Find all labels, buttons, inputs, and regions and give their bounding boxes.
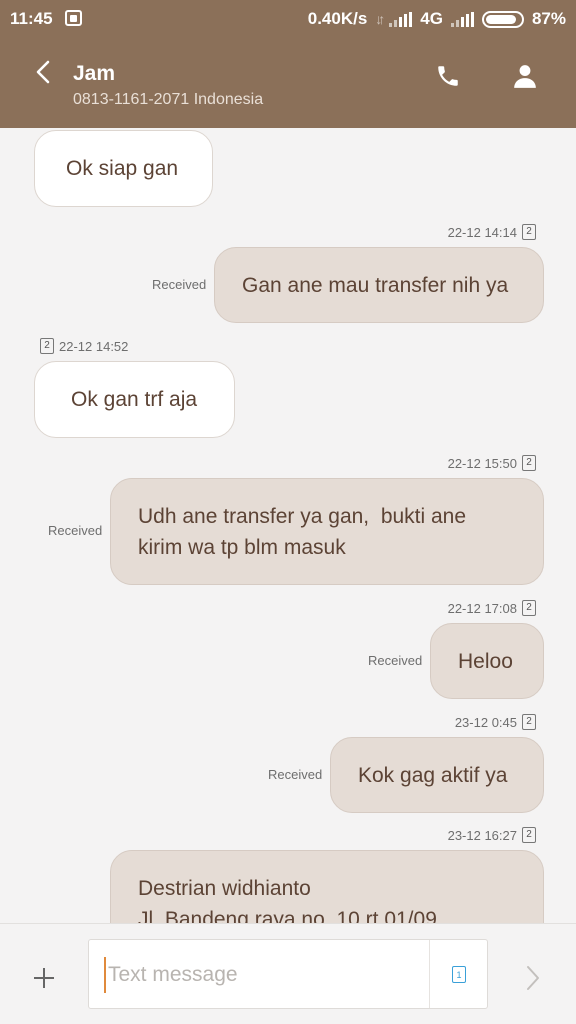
- sim-indicator-icon: 2: [522, 714, 536, 730]
- battery-percent: 87%: [531, 9, 566, 28]
- message-bubble-outgoing[interactable]: Kok gag aktif ya: [330, 737, 544, 813]
- sim-select-icon[interactable]: 1: [452, 966, 466, 983]
- message-timestamp: 22-12 15:50 2: [448, 455, 536, 471]
- message-timestamp: 22-12 14:14 2: [448, 224, 536, 240]
- delivery-status: Received: [268, 767, 323, 782]
- back-arrow-icon[interactable]: [34, 60, 52, 84]
- sim-indicator-icon: 2: [40, 338, 54, 354]
- status-time: 11:45: [10, 9, 53, 28]
- message-timestamp: 23-12 0:45 2: [455, 714, 536, 730]
- status-indicators: 0.40K/s ↓↑ 4G 87%: [308, 9, 566, 29]
- contact-person-icon[interactable]: [512, 63, 538, 89]
- message-text-line: kirim wa tp blm masuk: [138, 535, 346, 559]
- message-bubble-outgoing[interactable]: Udh ane transfer ya gan, bukti ane kirim…: [110, 478, 544, 585]
- delivery-status: Received: [152, 277, 207, 292]
- contact-number: 0813-1161-2071 Indonesia: [73, 91, 264, 108]
- message-thread[interactable]: Ok siap gan 22-12 14:14 2 Received Gan an…: [0, 128, 576, 923]
- plus-icon[interactable]: [32, 966, 56, 990]
- delivery-status: Received: [48, 523, 103, 538]
- message-timestamp: 2 22-12 14:52: [40, 338, 128, 354]
- message-text: Kok gag aktif ya: [358, 763, 508, 787]
- message-text: Heloo: [458, 649, 513, 673]
- message-bubble-incoming[interactable]: Ok gan trf aja: [34, 361, 235, 438]
- signal-sim2-icon: [450, 11, 474, 27]
- message-text-line: Jl. Bandeng raya no. 10 rt 01/09: [138, 908, 437, 923]
- signal-sim1-icon: [389, 11, 413, 27]
- message-text-line: Udh ane transfer ya gan, bukti ane: [138, 504, 467, 528]
- network-speed: 0.40K/s: [307, 9, 368, 28]
- battery-icon: [481, 10, 524, 28]
- message-timestamp: 23-12 16:27 2: [448, 827, 536, 843]
- bbm-notification-icon: [65, 10, 82, 26]
- data-activity-icon: ↓↑: [375, 11, 385, 27]
- message-input[interactable]: [104, 957, 424, 993]
- send-arrow-icon[interactable]: [524, 964, 542, 992]
- message-text: Ok siap gan: [66, 157, 179, 180]
- sim-indicator-icon: 2: [522, 827, 536, 843]
- network-type: 4G: [420, 9, 443, 28]
- phone-icon[interactable]: [435, 62, 461, 90]
- sim-indicator-icon: 2: [522, 224, 536, 240]
- status-bar: 11:45 0.40K/s ↓↑ 4G 87%: [0, 0, 576, 40]
- sim-indicator-icon: 2: [522, 600, 536, 616]
- app-header: 11:45 0.40K/s ↓↑ 4G 87% Jam 0813-1161-20…: [0, 0, 576, 128]
- message-text-line: Destrian widhianto: [138, 877, 311, 900]
- message-bubble-incoming[interactable]: Ok siap gan: [34, 130, 213, 207]
- message-bubble-outgoing[interactable]: Destrian widhianto Jl. Bandeng raya no. …: [110, 850, 544, 923]
- message-text: Gan ane mau transfer nih ya: [242, 273, 509, 297]
- delivery-status: Received: [368, 653, 423, 668]
- message-bubble-outgoing[interactable]: Gan ane mau transfer nih ya: [214, 247, 544, 323]
- input-divider: [429, 940, 430, 1008]
- message-timestamp: 22-12 17:08 2: [448, 600, 536, 616]
- contact-name: Jam: [73, 62, 116, 85]
- sim-indicator-icon: 2: [522, 455, 536, 471]
- message-text: Ok gan trf aja: [71, 388, 198, 411]
- message-bubble-outgoing[interactable]: Heloo: [430, 623, 544, 699]
